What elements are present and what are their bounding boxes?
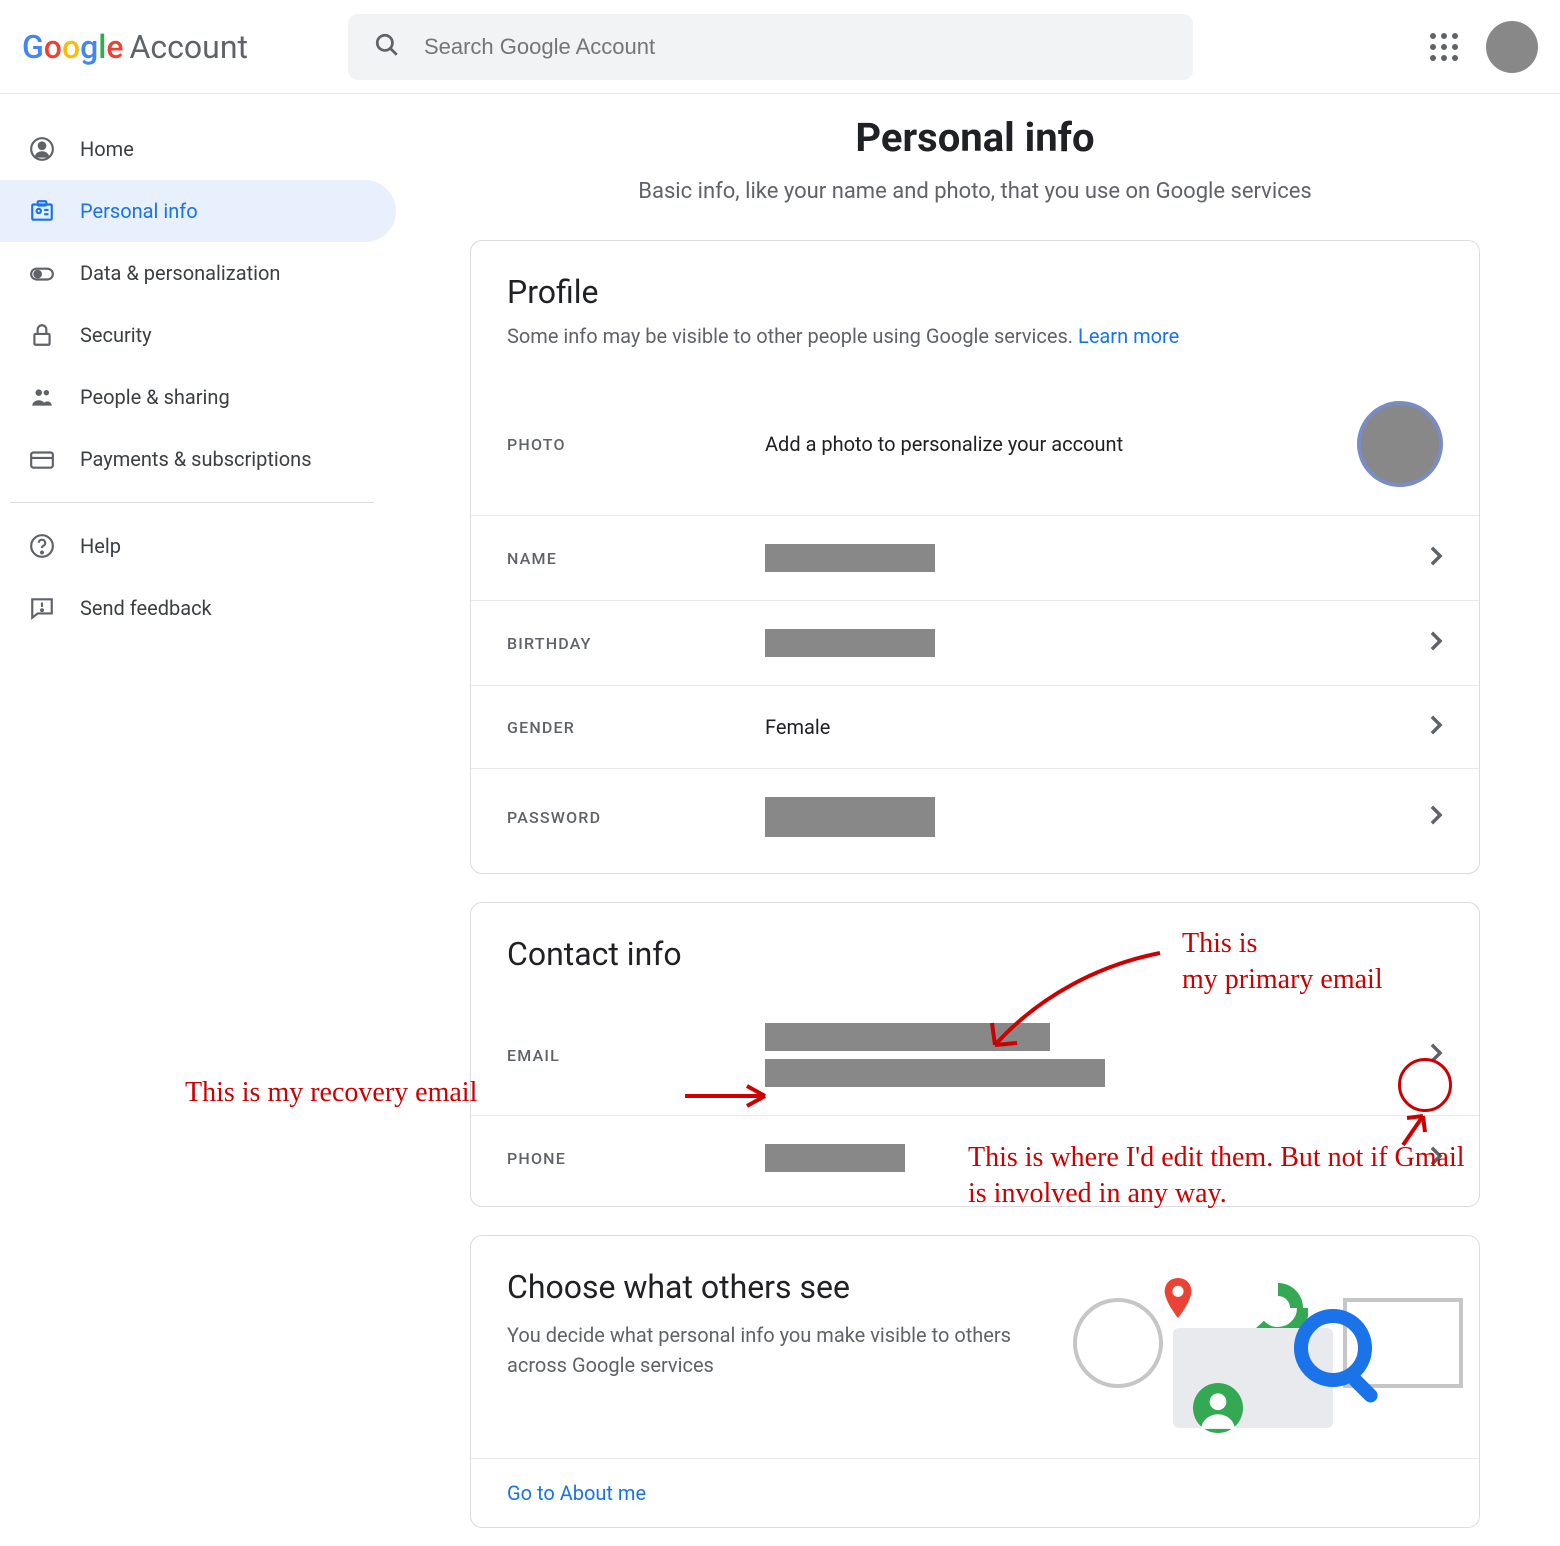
redacted-recovery-email (765, 1059, 1105, 1087)
row-label: BIRTHDAY (507, 634, 765, 653)
profile-subtext-text: Some info may be visible to other people… (507, 324, 1078, 348)
sidebar-item-label: Personal info (80, 199, 198, 223)
profile-row-name[interactable]: NAME (471, 515, 1479, 600)
chevron-right-icon (1429, 804, 1443, 830)
sidebar-item-security[interactable]: Security (0, 304, 396, 366)
contact-row-phone[interactable]: PHONE (471, 1115, 1479, 1206)
contact-card: Contact info EMAIL PHONE (470, 902, 1480, 1207)
people-icon (26, 384, 58, 410)
row-label: PHONE (507, 1149, 765, 1168)
contact-row-email[interactable]: EMAIL (471, 995, 1479, 1115)
sidebar-item-data[interactable]: Data & personalization (0, 242, 396, 304)
home-icon (26, 136, 58, 162)
row-label: GENDER (507, 718, 765, 737)
account-avatar[interactable] (1486, 21, 1538, 73)
sidebar-item-help[interactable]: Help (0, 515, 396, 577)
redacted-password (765, 797, 935, 837)
choose-subtext: You decide what personal info you make v… (507, 1306, 1023, 1380)
chevron-right-icon (1429, 714, 1443, 740)
sidebar-item-home[interactable]: Home (0, 118, 396, 180)
sidebar-item-label: Payments & subscriptions (80, 447, 312, 471)
choose-illustration (1063, 1268, 1443, 1438)
sidebar-nav: Home Personal info Data & personalizatio… (0, 94, 400, 1546)
app-header: Google Account (0, 0, 1560, 94)
sidebar-item-feedback[interactable]: Send feedback (0, 577, 396, 639)
sidebar-item-label: Send feedback (80, 596, 212, 620)
toggle-icon (26, 260, 58, 286)
row-label: PHOTO (507, 435, 765, 454)
page-subtitle: Basic info, like your name and photo, th… (470, 179, 1480, 204)
page-title: Personal info (470, 114, 1480, 161)
choose-title: Choose what others see (507, 1268, 1023, 1306)
email-values (765, 1023, 1429, 1087)
profile-photo-avatar[interactable] (1357, 401, 1443, 487)
learn-more-link[interactable]: Learn more (1078, 324, 1179, 348)
sidebar-item-label: Home (80, 137, 134, 161)
logo-account-text: Account (130, 28, 248, 66)
chevron-right-icon (1429, 1145, 1443, 1171)
row-label: PASSWORD (507, 808, 765, 827)
redacted-phone (765, 1144, 905, 1172)
choose-card: Choose what others see You decide what p… (470, 1235, 1480, 1528)
chevron-right-icon (1429, 545, 1443, 571)
chevron-right-icon (1429, 630, 1443, 656)
feedback-icon (26, 595, 58, 621)
sidebar-item-label: Help (80, 534, 121, 558)
profile-row-password[interactable]: PASSWORD (471, 768, 1479, 873)
redacted-birthday (765, 629, 935, 657)
main-content: Personal info Basic info, like your name… (400, 94, 1560, 1546)
row-label: NAME (507, 549, 765, 568)
row-value: Add a photo to personalize your account (765, 432, 1357, 456)
profile-card: Profile Some info may be visible to othe… (470, 240, 1480, 874)
card-icon (26, 446, 58, 472)
row-label: EMAIL (507, 1046, 765, 1065)
search-icon (374, 32, 400, 62)
google-logo[interactable]: Google Account (22, 28, 248, 66)
profile-row-photo[interactable]: PHOTO Add a photo to personalize your ac… (471, 373, 1479, 515)
sidebar-item-payments[interactable]: Payments & subscriptions (0, 428, 396, 490)
profile-row-birthday[interactable]: BIRTHDAY (471, 600, 1479, 685)
search-input[interactable] (424, 34, 1167, 60)
sidebar-item-personal-info[interactable]: Personal info (0, 180, 396, 242)
redacted-primary-email (765, 1023, 1050, 1051)
sidebar-item-label: Data & personalization (80, 261, 280, 285)
gender-value: Female (765, 715, 1429, 739)
contact-title: Contact info (471, 935, 1479, 973)
chevron-right-icon (1429, 1042, 1443, 1068)
profile-row-gender[interactable]: GENDER Female (471, 685, 1479, 768)
id-card-icon (26, 198, 58, 224)
sidebar-item-people[interactable]: People & sharing (0, 366, 396, 428)
sidebar-item-label: People & sharing (80, 385, 230, 409)
lock-icon (26, 322, 58, 348)
apps-menu-icon[interactable] (1430, 33, 1458, 61)
about-me-link[interactable]: Go to About me (471, 1459, 1479, 1527)
redacted-name (765, 544, 935, 572)
nav-divider (10, 502, 374, 503)
profile-subtext: Some info may be visible to other people… (471, 311, 1479, 351)
search-bar[interactable] (348, 14, 1193, 80)
help-icon (26, 533, 58, 559)
profile-title: Profile (471, 273, 1479, 311)
sidebar-item-label: Security (80, 323, 152, 347)
